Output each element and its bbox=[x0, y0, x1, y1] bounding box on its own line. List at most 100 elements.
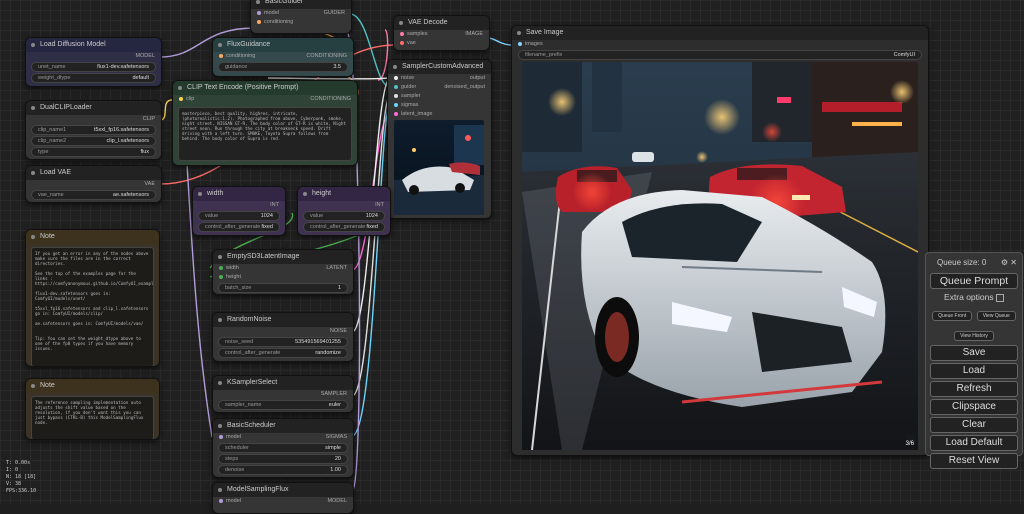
note-textarea[interactable]: If you get an error in any of the nodes … bbox=[31, 247, 154, 366]
widget-label: value bbox=[310, 213, 324, 219]
input-sampler[interactable]: sampler bbox=[401, 93, 421, 99]
filename-prefix-widget[interactable]: filename_prefix ComfyUI bbox=[518, 50, 922, 60]
output-model[interactable]: MODEL bbox=[135, 52, 155, 61]
output-denoised[interactable]: denoised_output bbox=[444, 83, 485, 92]
output-clip[interactable]: CLIP bbox=[143, 115, 155, 124]
output-latent[interactable]: LATENT bbox=[326, 264, 347, 273]
save-button[interactable]: Save bbox=[930, 345, 1018, 361]
widget-label: guidance bbox=[225, 64, 248, 70]
sampler-name-widget[interactable]: sampler_name euler bbox=[218, 400, 348, 410]
node-title: BasicGuider bbox=[251, 0, 351, 9]
node-note-2[interactable]: Note The reference sampling implementati… bbox=[25, 378, 160, 440]
input-conditioning[interactable]: conditioning bbox=[264, 19, 293, 25]
load-button[interactable]: Load bbox=[930, 363, 1018, 379]
guidance-widget[interactable]: guidance 3.5 bbox=[218, 62, 348, 72]
input-width[interactable]: width bbox=[226, 265, 239, 271]
node-width[interactable]: width INT value 1024 control_after_genera… bbox=[192, 186, 286, 236]
note-textarea[interactable]: The reference sampling implementation au… bbox=[31, 396, 154, 439]
input-model[interactable]: model bbox=[226, 498, 241, 504]
output-image[interactable]: IMAGE bbox=[465, 30, 483, 39]
width-value-widget[interactable]: value 1024 bbox=[198, 211, 280, 221]
view-queue-button[interactable]: View Queue bbox=[976, 311, 1016, 321]
node-ksampler-select[interactable]: KSamplerSelect SAMPLER sampler_name euler bbox=[212, 375, 354, 413]
output-int[interactable]: INT bbox=[270, 201, 279, 210]
output-int[interactable]: INT bbox=[375, 201, 384, 210]
output-sampler[interactable]: SAMPLER bbox=[321, 390, 347, 399]
output-conditioning[interactable]: CONDITIONING bbox=[310, 95, 351, 104]
weight-dtype-widget[interactable]: weight_dtype default bbox=[31, 73, 156, 83]
node-title: EmptySD3LatentImage bbox=[213, 250, 353, 264]
node-basic-guider[interactable]: BasicGuider model GUIDER conditioning bbox=[250, 0, 352, 34]
gear-icon[interactable]: ⚙ bbox=[1001, 258, 1008, 267]
stat-nodes: N: 18 [18] bbox=[6, 474, 37, 480]
height-cag-widget[interactable]: control_after_generate fixed bbox=[303, 222, 385, 232]
node-sampler-custom-advanced[interactable]: SamplerCustomAdvanced noise output guider… bbox=[387, 59, 492, 219]
input-samples[interactable]: samples bbox=[407, 31, 427, 37]
noise-seed-widget[interactable]: noise_seed 535491569401255 bbox=[218, 337, 348, 347]
close-icon[interactable]: ✕ bbox=[1010, 258, 1017, 267]
node-basic-scheduler[interactable]: BasicScheduler model SIGMAS scheduler simp… bbox=[212, 418, 354, 478]
clipspace-button[interactable]: Clipspace bbox=[930, 399, 1018, 415]
input-conditioning[interactable]: conditioning bbox=[226, 53, 255, 59]
refresh-button[interactable]: Refresh bbox=[930, 381, 1018, 397]
extra-options-checkbox[interactable] bbox=[996, 293, 1004, 302]
node-dual-clip-loader[interactable]: DualCLIPLoader CLIP clip_name1 t5xxl_fp16… bbox=[25, 100, 162, 160]
output-conditioning[interactable]: CONDITIONING bbox=[306, 52, 347, 61]
node-flux-guidance[interactable]: FluxGuidance conditioning CONDITIONING gu… bbox=[212, 37, 354, 77]
node-clip-text-encode[interactable]: CLIP Text Encode (Positive Prompt) clip C… bbox=[172, 80, 358, 166]
node-title: Note bbox=[26, 379, 159, 393]
node-title: Load VAE bbox=[26, 166, 161, 180]
widget-label: value bbox=[205, 213, 219, 219]
input-guider[interactable]: guider bbox=[401, 84, 416, 90]
input-clip[interactable]: clip bbox=[186, 96, 194, 102]
node-load-vae[interactable]: Load VAE VAE vae_name ae.safetensors bbox=[25, 165, 162, 203]
node-random-noise[interactable]: RandomNoise NOISE noise_seed 535491569401… bbox=[212, 312, 354, 362]
node-height[interactable]: height INT value 1024 control_after_gener… bbox=[297, 186, 391, 236]
height-value-widget[interactable]: value 1024 bbox=[303, 211, 385, 221]
load-default-button[interactable]: Load Default bbox=[930, 435, 1018, 451]
input-latent-image[interactable]: latent_image bbox=[401, 111, 433, 117]
queue-size-label: Queue size: 0 bbox=[937, 257, 987, 267]
generated-image-preview[interactable]: 3/6 bbox=[522, 62, 918, 450]
clear-button[interactable]: Clear bbox=[930, 417, 1018, 433]
denoise-widget[interactable]: denoise 1.00 bbox=[218, 465, 348, 475]
widget-value: simple bbox=[325, 445, 341, 451]
output-vae[interactable]: VAE bbox=[144, 180, 155, 189]
input-images[interactable]: images bbox=[525, 41, 543, 47]
output-model[interactable]: MODEL bbox=[327, 497, 347, 506]
node-load-diffusion-model[interactable]: Load Diffusion Model MODEL unet_name flux… bbox=[25, 37, 162, 87]
clip-type-widget[interactable]: type flux bbox=[31, 147, 156, 157]
node-note-1[interactable]: Note If you get an error in any of the n… bbox=[25, 229, 160, 367]
prompt-textarea[interactable]: masterpiece, best quality, highres, intr… bbox=[178, 107, 352, 161]
input-vae[interactable]: vae bbox=[407, 40, 416, 46]
view-history-button[interactable]: View History bbox=[954, 331, 994, 341]
widget-label: scheduler bbox=[225, 445, 249, 451]
node-save-image[interactable]: Save Image images filename_prefix ComfyUI bbox=[511, 25, 929, 456]
unet-name-widget[interactable]: unet_name flux1-dev.safetensors bbox=[31, 62, 156, 72]
width-cag-widget[interactable]: control_after_generate fixed bbox=[198, 222, 280, 232]
widget-value: 3.5 bbox=[333, 64, 341, 70]
node-model-sampling-flux[interactable]: ModelSamplingFlux model MODEL bbox=[212, 482, 354, 514]
steps-widget[interactable]: steps 20 bbox=[218, 454, 348, 464]
clip-name1-widget[interactable]: clip_name1 t5xxl_fp16.safetensors bbox=[31, 125, 156, 135]
queue-prompt-button[interactable]: Queue Prompt bbox=[930, 273, 1018, 289]
output-latent[interactable]: output bbox=[470, 74, 485, 83]
input-model[interactable]: model bbox=[264, 10, 279, 16]
reset-view-button[interactable]: Reset View bbox=[930, 453, 1018, 469]
batch-size-widget[interactable]: batch_size 1 bbox=[218, 283, 348, 293]
input-noise[interactable]: noise bbox=[401, 75, 414, 81]
node-vae-decode[interactable]: VAE Decode samples IMAGE vae bbox=[393, 15, 490, 51]
noise-cag-widget[interactable]: control_after_generate randomize bbox=[218, 348, 348, 358]
node-empty-sd3-latent-image[interactable]: EmptySD3LatentImage width LATENT height b… bbox=[212, 249, 354, 295]
output-guider[interactable]: GUIDER bbox=[324, 9, 345, 18]
output-noise[interactable]: NOISE bbox=[330, 327, 347, 336]
queue-front-button[interactable]: Queue Front bbox=[932, 311, 973, 321]
vae-name-widget[interactable]: vae_name ae.safetensors bbox=[31, 190, 156, 200]
input-sigmas[interactable]: sigmas bbox=[401, 102, 418, 108]
input-model[interactable]: model bbox=[226, 434, 241, 440]
scheduler-widget[interactable]: scheduler simple bbox=[218, 443, 348, 453]
input-height[interactable]: height bbox=[226, 274, 241, 280]
output-sigmas[interactable]: SIGMAS bbox=[326, 433, 347, 442]
clip-name2-widget[interactable]: clip_name2 clip_l.safetensors bbox=[31, 136, 156, 146]
widget-label: steps bbox=[225, 456, 239, 462]
